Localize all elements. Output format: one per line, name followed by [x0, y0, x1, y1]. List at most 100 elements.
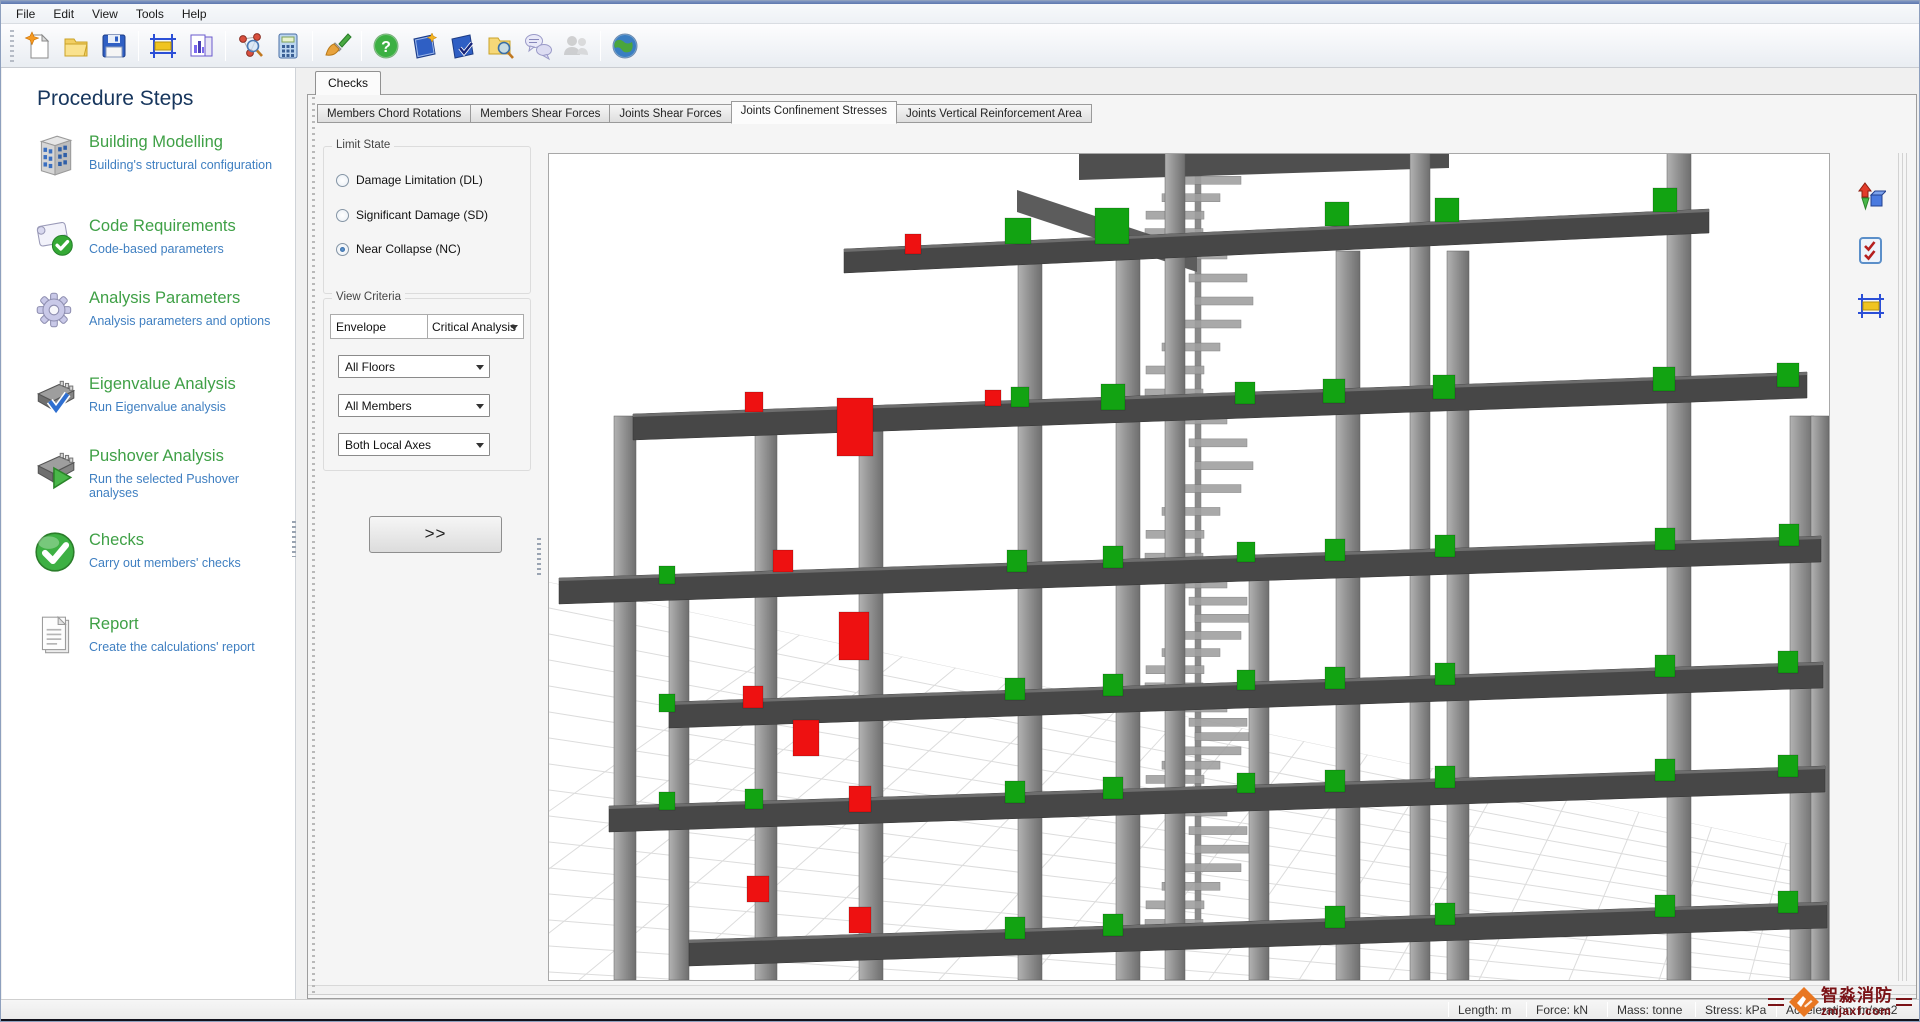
radio-damage-limitation[interactable]: Damage Limitation (DL): [336, 173, 483, 187]
floors-dropdown[interactable]: All Floors: [338, 355, 490, 378]
joint-marker[interactable]: [984, 389, 1002, 407]
sidebar-splitter[interactable]: [292, 521, 296, 557]
joint-marker[interactable]: [1100, 383, 1126, 411]
joint-marker[interactable]: [1654, 894, 1676, 918]
joint-marker[interactable]: [772, 549, 794, 573]
apply-button[interactable]: >>: [369, 516, 502, 553]
joint-marker[interactable]: [746, 875, 770, 903]
joint-marker[interactable]: [1434, 902, 1456, 926]
members-dropdown[interactable]: All Members: [338, 394, 490, 417]
axes-dropdown[interactable]: Both Local Axes: [338, 433, 490, 456]
joint-marker[interactable]: [1004, 217, 1032, 245]
joint-marker[interactable]: [1234, 381, 1256, 405]
joint-marker[interactable]: [1652, 366, 1676, 392]
joint-marker[interactable]: [1102, 776, 1124, 800]
joint-marker[interactable]: [1324, 201, 1350, 227]
joint-marker[interactable]: [1004, 916, 1026, 940]
joint-marker[interactable]: [848, 785, 872, 813]
menu-view[interactable]: View: [83, 5, 127, 23]
menu-tools[interactable]: Tools: [127, 5, 173, 23]
joint-marker[interactable]: [1654, 527, 1676, 551]
joint-marker[interactable]: [1004, 677, 1026, 701]
panel-splitter-left[interactable]: [312, 97, 315, 995]
joint-marker[interactable]: [1652, 187, 1678, 213]
structure-viewport[interactable]: [548, 113, 1830, 981]
joint-marker[interactable]: [1654, 654, 1676, 678]
frame-sections-button[interactable]: [144, 27, 182, 65]
joint-marker[interactable]: [742, 685, 764, 709]
menu-help[interactable]: Help: [173, 5, 216, 23]
radio-near-collapse[interactable]: Near Collapse (NC): [336, 242, 461, 256]
joint-marker[interactable]: [904, 233, 922, 255]
menu-edit[interactable]: Edit: [44, 5, 83, 23]
forum-button[interactable]: [519, 27, 557, 65]
joint-marker[interactable]: [1432, 374, 1456, 400]
joint-marker[interactable]: [1006, 549, 1028, 573]
website-button[interactable]: [606, 27, 644, 65]
sidebar-item-analysis-parameters[interactable]: Analysis Parameters Analysis parameters a…: [31, 287, 281, 333]
joint-marker[interactable]: [1094, 207, 1130, 245]
tab-members-chord-rotations[interactable]: Members Chord Rotations: [317, 104, 472, 123]
menu-file[interactable]: File: [7, 5, 44, 23]
joint-marker[interactable]: [1236, 772, 1256, 794]
panel-splitter-handle[interactable]: [537, 538, 541, 578]
model-viewer-button[interactable]: [231, 27, 269, 65]
joint-marker[interactable]: [838, 611, 870, 661]
joint-marker[interactable]: [1102, 673, 1124, 697]
right-panel-splitter[interactable]: [1898, 153, 1907, 981]
joint-marker[interactable]: [1434, 662, 1456, 686]
tab-joints-shear-forces[interactable]: Joints Shear Forces: [610, 104, 732, 123]
sidebar-item-pushover-analysis[interactable]: Pushover Analysis Run the selected Pushov…: [31, 445, 281, 500]
joint-marker[interactable]: [1778, 523, 1800, 547]
tab-joints-vertical-reinforcement-area[interactable]: Joints Vertical Reinforcement Area: [897, 104, 1092, 123]
joint-marker[interactable]: [658, 565, 676, 585]
radio-dot[interactable]: [336, 173, 349, 187]
joint-marker[interactable]: [1777, 890, 1799, 914]
open-project-button[interactable]: [57, 27, 95, 65]
tab-checks[interactable]: Checks: [315, 71, 382, 95]
help-button[interactable]: ?: [367, 27, 405, 65]
joint-marker[interactable]: [658, 693, 676, 713]
joint-marker[interactable]: [744, 788, 764, 810]
sidebar-item-report[interactable]: Report Create the calculations' report: [31, 613, 281, 659]
deformed-shape-button[interactable]: [1853, 179, 1889, 215]
joint-marker[interactable]: [1777, 754, 1799, 778]
joint-marker[interactable]: [848, 906, 872, 934]
joint-marker[interactable]: [1434, 197, 1460, 223]
joint-marker[interactable]: [1102, 913, 1124, 937]
calculator-button[interactable]: [269, 27, 307, 65]
radio-significant-damage[interactable]: Significant Damage (SD): [336, 208, 488, 222]
joint-marker[interactable]: [836, 397, 874, 457]
tab-members-shear-forces[interactable]: Members Shear Forces: [471, 104, 611, 123]
joint-marker[interactable]: [658, 791, 676, 811]
sidebar-item-checks[interactable]: Checks Carry out members' checks: [31, 529, 281, 575]
new-project-button[interactable]: [19, 27, 57, 65]
joint-marker[interactable]: [1010, 386, 1030, 408]
joint-marker[interactable]: [1324, 905, 1346, 929]
joint-marker[interactable]: [1236, 669, 1256, 691]
sidebar-item-code-requirements[interactable]: Code Requirements Code-based parameters: [31, 215, 281, 261]
joint-marker[interactable]: [1322, 378, 1346, 404]
checks-list-button[interactable]: [1853, 233, 1889, 269]
search-folder-button[interactable]: [481, 27, 519, 65]
report-preview-button[interactable]: [182, 27, 220, 65]
joint-marker[interactable]: [744, 391, 764, 413]
examples-button[interactable]: [443, 27, 481, 65]
joint-marker[interactable]: [1102, 545, 1124, 569]
radio-dot[interactable]: [336, 208, 349, 222]
joint-marker[interactable]: [1434, 765, 1456, 789]
joint-marker[interactable]: [1776, 362, 1800, 388]
envelope-combo[interactable]: Critical Analysis: [427, 315, 523, 338]
display-options-button[interactable]: [318, 27, 356, 65]
sidebar-item-eigenvalue-analysis[interactable]: Eigenvalue Analysis Run Eigenvalue analys…: [31, 373, 281, 419]
toolbar-grip[interactable]: [10, 29, 14, 62]
tab-joints-confinement-stresses[interactable]: Joints Confinement Stresses: [730, 101, 898, 124]
save-project-button[interactable]: [95, 27, 133, 65]
joint-marker[interactable]: [792, 719, 820, 757]
joint-marker[interactable]: [1434, 534, 1456, 558]
frame-view-button[interactable]: [1853, 288, 1889, 324]
joint-marker[interactable]: [1654, 758, 1676, 782]
joint-marker[interactable]: [1777, 650, 1799, 674]
joint-marker[interactable]: [1324, 769, 1346, 793]
sidebar-item-building-modelling[interactable]: Building Modelling Building's structural …: [31, 131, 281, 177]
